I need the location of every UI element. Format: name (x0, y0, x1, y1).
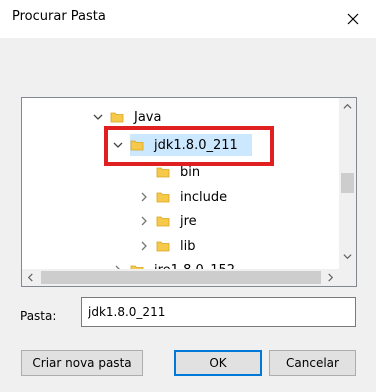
chevron-right-icon[interactable] (138, 191, 150, 203)
scroll-down-icon[interactable] (341, 250, 354, 263)
cancel-button[interactable]: Cancelar (269, 350, 356, 376)
tree-item-include[interactable]: include (138, 185, 227, 209)
folder-path-input[interactable] (81, 297, 356, 327)
tree-item-label: jre (180, 213, 197, 229)
close-icon (347, 13, 359, 25)
vertical-scroll-thumb[interactable] (341, 173, 354, 193)
chevron-right-icon[interactable] (138, 215, 150, 227)
tree-item-label: lib (180, 238, 196, 254)
scroll-left-icon[interactable] (24, 271, 37, 284)
tree-item-label: bin (180, 164, 201, 180)
vertical-scrollbar[interactable] (339, 98, 356, 270)
ok-button[interactable]: OK (174, 350, 262, 376)
folder-icon (156, 214, 170, 228)
scroll-up-icon[interactable] (341, 100, 354, 113)
chevron-down-icon[interactable] (92, 111, 104, 123)
close-button[interactable] (338, 4, 368, 34)
tree-item-label: include (180, 189, 228, 205)
new-folder-button[interactable]: Criar nova pasta (21, 350, 143, 376)
folder-icon (156, 239, 170, 253)
folder-icon (156, 190, 170, 204)
horizontal-scrollbar[interactable] (22, 269, 341, 286)
chevron-right-icon[interactable] (138, 240, 150, 252)
folder-icon (156, 165, 170, 179)
folder-field-label: Pasta: (20, 309, 57, 323)
tree-item-jre[interactable]: jre (138, 209, 197, 233)
window-title: Procurar Pasta (12, 9, 106, 24)
annotation-highlight-box (104, 126, 274, 166)
horizontal-scroll-thumb[interactable] (41, 271, 321, 284)
title-bar: Procurar Pasta (0, 0, 376, 38)
scrollbar-corner (339, 269, 356, 286)
folder-icon (110, 110, 124, 124)
tree-item-lib[interactable]: lib (138, 234, 195, 258)
scroll-right-icon[interactable] (324, 271, 337, 284)
tree-item-label: Java (134, 109, 162, 125)
